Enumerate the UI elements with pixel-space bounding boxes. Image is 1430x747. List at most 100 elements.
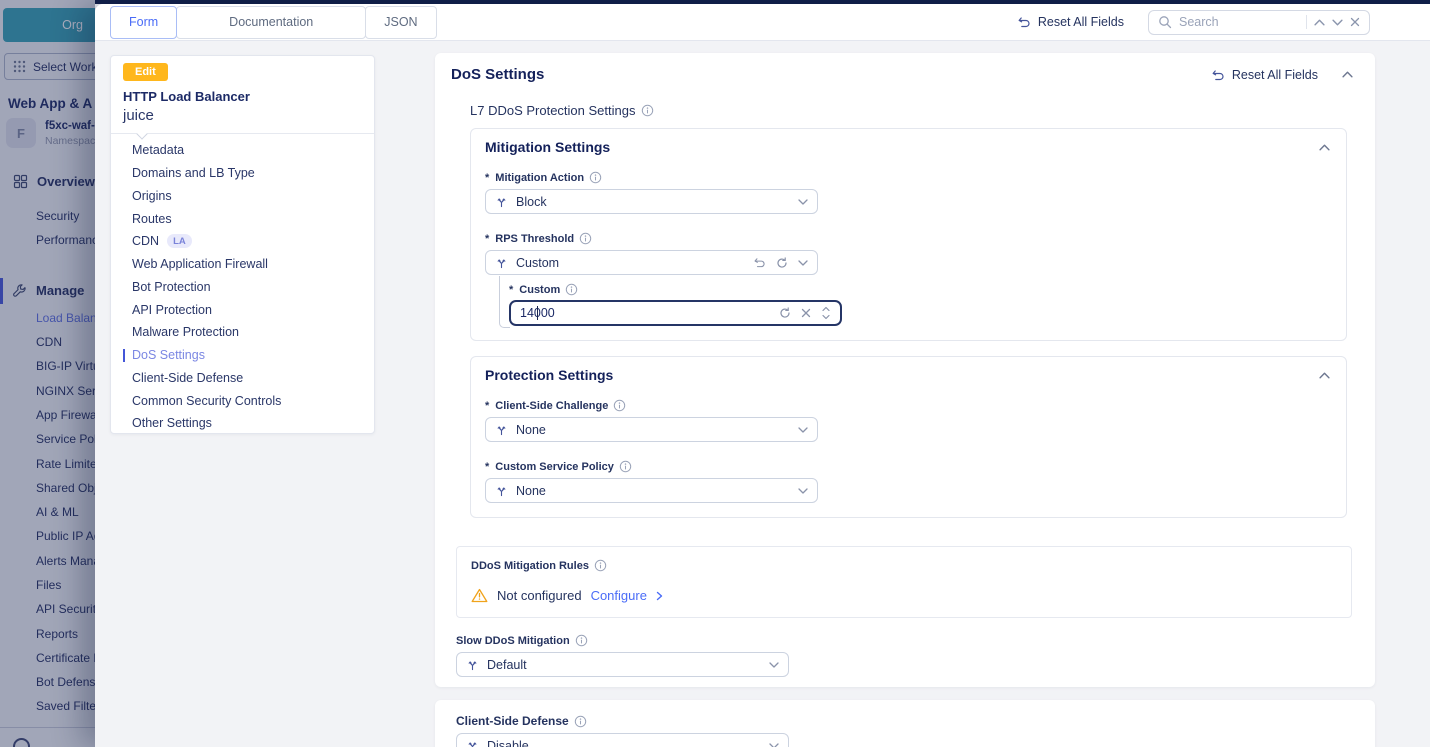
slow-ddos-label: Slow DDoS Mitigation — [456, 635, 570, 647]
info-icon[interactable] — [575, 634, 588, 647]
text-cursor — [537, 306, 538, 320]
client-side-defense-label-row: Client-Side Defense — [456, 714, 1359, 728]
one-of-fork-icon — [495, 256, 508, 269]
search-next-icon[interactable] — [1332, 19, 1343, 26]
collapse-section-icon[interactable] — [1342, 71, 1353, 78]
nav-item-label: Other Settings — [132, 416, 212, 430]
nav-item-label: Domains and LB Type — [132, 166, 255, 180]
info-icon[interactable] — [594, 559, 607, 572]
protection-settings-card: Protection Settings * Client-Side Challe… — [470, 356, 1347, 518]
rps-threshold-select[interactable]: Custom — [485, 250, 818, 275]
form-nav-other-settings[interactable]: Other Settings — [123, 412, 362, 435]
chevron-down-icon — [798, 427, 808, 433]
nav-item-label: Metadata — [132, 143, 184, 157]
form-nav-domains[interactable]: Domains and LB Type — [123, 162, 362, 185]
one-of-fork-icon — [466, 658, 479, 671]
info-icon[interactable] — [619, 460, 632, 473]
refresh-field-icon[interactable] — [779, 307, 791, 319]
nav-item-label: Web Application Firewall — [132, 257, 268, 271]
search-input[interactable] — [1179, 15, 1299, 29]
form-nav-common-security[interactable]: Common Security Controls — [123, 389, 362, 412]
l7-ddos-section-label: L7 DDoS Protection Settings — [470, 103, 635, 118]
nav-item-label: Routes — [132, 212, 172, 226]
client-side-defense-select[interactable]: Disable — [456, 733, 789, 747]
client-side-challenge-label: Client-Side Challenge — [495, 400, 608, 412]
info-icon[interactable] — [613, 399, 626, 412]
custom-label-row: * Custom — [509, 283, 1330, 296]
info-icon[interactable] — [565, 283, 578, 296]
form-nav-origins[interactable]: Origins — [123, 185, 362, 208]
editor-tabbar: Form Documentation JSON Reset All Fields — [95, 4, 1430, 41]
not-configured-status: Not configured — [497, 588, 582, 603]
nested-custom-field: * Custom — [509, 283, 1330, 326]
mitigation-action-select[interactable]: Block — [485, 189, 818, 214]
info-icon[interactable] — [589, 171, 602, 184]
custom-service-policy-select[interactable]: None — [485, 478, 818, 503]
client-side-defense-label: Client-Side Defense — [456, 714, 569, 728]
object-type-title: HTTP Load Balancer — [123, 89, 362, 104]
custom-service-policy-label: Custom Service Policy — [495, 461, 614, 473]
tab-label: Form — [129, 15, 158, 29]
form-nav-bot-protection[interactable]: Bot Protection — [123, 276, 362, 299]
undo-field-icon[interactable] — [753, 257, 766, 268]
object-name: juice — [123, 107, 362, 124]
ddos-mitigation-rules-box: DDoS Mitigation Rules Not configured Con… — [456, 546, 1352, 618]
editor-panel: Form Documentation JSON Reset All Fields — [95, 4, 1430, 747]
tab-documentation[interactable]: Documentation — [176, 6, 366, 39]
tab-form[interactable]: Form — [110, 6, 177, 39]
form-nav-metadata[interactable]: Metadata — [123, 139, 362, 162]
refresh-field-icon[interactable] — [776, 257, 788, 269]
chevron-down-icon — [798, 488, 808, 494]
info-icon[interactable] — [579, 232, 592, 245]
form-nav-malware-protection[interactable]: Malware Protection — [123, 321, 362, 344]
required-asterisk: * — [485, 172, 489, 184]
nav-divider — [111, 133, 374, 134]
chevron-right-icon[interactable] — [656, 591, 663, 601]
chevron-down-icon — [798, 199, 808, 205]
collapse-protection-icon[interactable] — [1319, 372, 1330, 379]
edit-mode-badge: Edit — [123, 63, 168, 81]
client-side-challenge-select[interactable]: None — [485, 417, 818, 442]
configure-link[interactable]: Configure — [591, 588, 647, 603]
nav-item-label: Bot Protection — [132, 280, 211, 294]
reset-all-fields-button[interactable]: Reset All Fields — [1017, 15, 1124, 29]
form-nav-cdn[interactable]: CDNLA — [123, 230, 362, 253]
one-of-fork-icon — [466, 739, 479, 747]
chevron-down-icon — [769, 743, 779, 747]
form-nav-client-side-defense[interactable]: Client-Side Defense — [123, 367, 362, 390]
l7-ddos-section-label-row: L7 DDoS Protection Settings — [470, 103, 1375, 118]
clear-field-icon[interactable] — [801, 308, 811, 318]
form-nav-api-protection[interactable]: API Protection — [123, 298, 362, 321]
client-side-defense-value: Disable — [487, 739, 761, 747]
number-stepper-icon[interactable] — [821, 305, 831, 321]
required-asterisk: * — [485, 461, 489, 473]
rps-threshold-value: Custom — [516, 256, 745, 270]
section-reset-label: Reset All Fields — [1232, 68, 1318, 82]
collapse-mitigation-icon[interactable] — [1319, 144, 1330, 151]
custom-label: Custom — [519, 284, 560, 296]
slow-ddos-select[interactable]: Default — [456, 652, 789, 677]
search-icon — [1158, 15, 1172, 29]
mitigation-settings-card: Mitigation Settings * Mitigation Action … — [470, 128, 1347, 341]
tab-json[interactable]: JSON — [365, 6, 436, 39]
tab-label: Documentation — [229, 15, 313, 29]
search-prev-icon[interactable] — [1314, 19, 1325, 26]
form-nav-dos-settings[interactable]: DoS Settings — [123, 344, 362, 367]
ddos-mitigation-rules-label-row: DDoS Mitigation Rules — [471, 559, 1337, 572]
form-nav-routes[interactable]: Routes — [123, 207, 362, 230]
custom-rps-input[interactable] — [520, 306, 769, 320]
collapse-caret-icon — [136, 128, 147, 139]
nav-item-label: DoS Settings — [132, 348, 205, 362]
custom-service-policy-value: None — [516, 484, 790, 498]
slow-ddos-label-row: Slow DDoS Mitigation — [456, 634, 1375, 647]
nav-item-label: Client-Side Defense — [132, 371, 243, 385]
client-side-challenge-label-row: * Client-Side Challenge — [485, 399, 1330, 412]
section-reset-all-fields-button[interactable]: Reset All Fields — [1211, 68, 1318, 82]
modal-scrim[interactable] — [0, 0, 95, 747]
form-nav-waf[interactable]: Web Application Firewall — [123, 253, 362, 276]
ddos-mitigation-rules-label: DDoS Mitigation Rules — [471, 560, 589, 572]
search-close-icon[interactable] — [1350, 17, 1360, 27]
required-asterisk: * — [509, 284, 513, 296]
info-icon[interactable] — [641, 104, 654, 117]
info-icon[interactable] — [574, 715, 587, 728]
